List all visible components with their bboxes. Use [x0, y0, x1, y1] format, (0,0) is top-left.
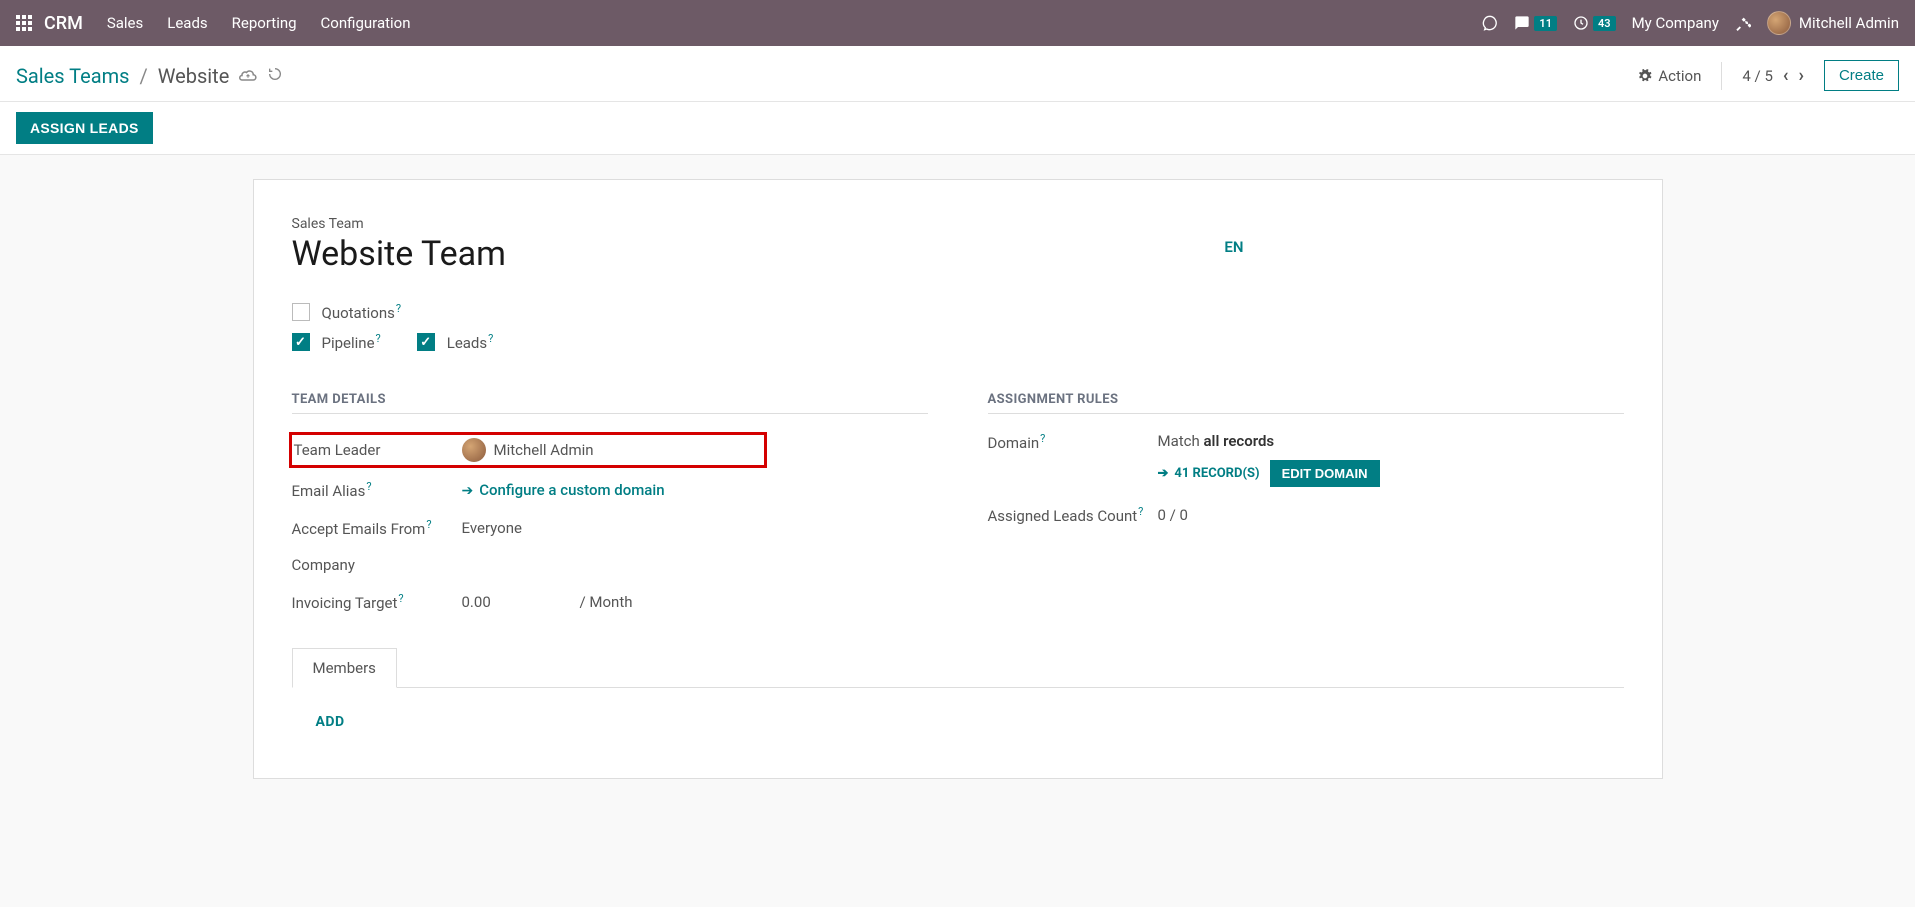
edit-domain-button[interactable]: EDIT DOMAIN [1270, 460, 1380, 487]
topbar: CRM Sales Leads Reporting Configuration … [0, 0, 1915, 46]
invoicing-target-label: Invoicing Target [292, 594, 398, 612]
help-icon[interactable]: ? [376, 332, 381, 345]
gear-icon [1638, 69, 1652, 83]
title-field-label: Sales Team [292, 216, 1624, 232]
breadcrumb-separator: / [139, 64, 147, 88]
configure-domain-link[interactable]: Configure a custom domain [462, 481, 665, 499]
domain-match-text: Match all records [1158, 432, 1380, 450]
help-icon[interactable]: ? [366, 480, 371, 493]
activities-badge: 43 [1593, 16, 1616, 31]
checkbox-pipeline-label: Pipeline [322, 334, 375, 352]
team-leader-field[interactable]: Mitchell Admin [462, 438, 594, 462]
accept-emails-label: Accept Emails From [292, 520, 426, 538]
help-icon[interactable]: ? [396, 302, 401, 315]
control-panel: Sales Teams / Website Action 4 / 5 ‹ › C… [0, 46, 1915, 102]
assign-leads-button[interactable]: ASSIGN LEADS [16, 112, 153, 144]
group-title: ASSIGNMENT RULES [988, 392, 1624, 414]
checkbox-quotations-label: Quotations [322, 304, 395, 322]
invoicing-target-field[interactable]: 0.00 / Month [462, 593, 633, 611]
avatar [462, 438, 486, 462]
checkbox-checked-icon [292, 333, 310, 351]
content-scroll[interactable]: Sales Team Website Team EN Quotations? P… [0, 155, 1915, 907]
team-details-group: TEAM DETAILS Team Leader Mitchell Admin … [292, 392, 928, 630]
cloud-unsaved-icon[interactable] [239, 66, 257, 85]
nav-leads[interactable]: Leads [167, 14, 207, 32]
help-icon[interactable]: ? [1040, 432, 1045, 445]
status-bar: ASSIGN LEADS [0, 102, 1915, 155]
breadcrumb-current: Website [158, 64, 230, 88]
activities-icon[interactable]: 43 [1573, 15, 1616, 31]
help-icon[interactable]: ? [398, 592, 403, 605]
nav-links: Sales Leads Reporting Configuration [107, 14, 411, 32]
assigned-leads-value: 0 / 0 [1158, 506, 1189, 524]
checkbox-pipeline[interactable]: Pipeline? [292, 332, 381, 352]
messages-badge: 11 [1534, 16, 1557, 31]
breadcrumb: Sales Teams / Website [16, 64, 283, 88]
domain-label: Domain [988, 434, 1040, 452]
avatar [1767, 11, 1791, 35]
accept-emails-field[interactable]: Everyone [462, 519, 522, 537]
checkbox-leads[interactable]: Leads? [417, 332, 494, 352]
assigned-leads-label: Assigned Leads Count [988, 507, 1138, 525]
pager-text[interactable]: 4 / 5 [1742, 67, 1773, 85]
nav-configuration[interactable]: Configuration [321, 14, 411, 32]
company-switcher[interactable]: My Company [1632, 14, 1719, 32]
nav-sales[interactable]: Sales [107, 14, 143, 32]
notebook-tabs: Members [292, 648, 1624, 688]
team-leader-label: Team Leader [292, 441, 462, 459]
app-brand[interactable]: CRM [44, 13, 83, 34]
nav-reporting[interactable]: Reporting [232, 14, 297, 32]
user-name: Mitchell Admin [1799, 14, 1899, 32]
company-label: Company [292, 556, 462, 574]
pager-next-icon[interactable]: › [1799, 65, 1804, 86]
tab-content-members: ADD [292, 688, 1624, 756]
translate-button[interactable]: EN [1224, 238, 1243, 256]
action-menu[interactable]: Action [1638, 67, 1701, 85]
assignment-rules-group: ASSIGNMENT RULES Domain? Match all recor… [988, 392, 1624, 630]
pager: 4 / 5 ‹ › [1742, 65, 1804, 86]
apps-icon[interactable] [16, 15, 32, 31]
control-panel-right: Action 4 / 5 ‹ › Create [1638, 60, 1899, 91]
form-sheet: Sales Team Website Team EN Quotations? P… [253, 179, 1663, 779]
team-leader-highlight: Team Leader Mitchell Admin [289, 432, 767, 468]
records-link[interactable]: 41 RECORD(S) [1158, 466, 1260, 481]
debug-icon[interactable] [1735, 15, 1751, 31]
add-button[interactable]: ADD [316, 714, 1600, 730]
breadcrumb-parent[interactable]: Sales Teams [16, 64, 129, 88]
arrow-right-icon [462, 481, 474, 499]
checkbox-icon [292, 303, 310, 321]
checkbox-checked-icon [417, 333, 435, 351]
topbar-right: 11 43 My Company Mitchell Admin [1482, 11, 1899, 35]
messages-icon[interactable]: 11 [1514, 15, 1557, 31]
help-icon[interactable]: ? [426, 518, 431, 531]
invoicing-unit: / Month [580, 593, 633, 611]
team-leader-value: Mitchell Admin [494, 441, 594, 459]
pager-prev-icon[interactable]: ‹ [1783, 65, 1789, 86]
user-menu[interactable]: Mitchell Admin [1767, 11, 1899, 35]
tab-members[interactable]: Members [292, 648, 397, 688]
support-icon[interactable] [1482, 15, 1498, 31]
checkbox-group: Quotations? Pipeline? Leads? [292, 302, 1624, 352]
email-alias-label: Email Alias [292, 482, 366, 500]
title-field-value[interactable]: Website Team [292, 234, 507, 274]
discard-icon[interactable] [267, 66, 283, 86]
action-label: Action [1658, 67, 1701, 85]
group-title: TEAM DETAILS [292, 392, 928, 414]
checkbox-quotations[interactable]: Quotations? [292, 302, 402, 322]
create-button[interactable]: Create [1824, 60, 1899, 91]
checkbox-leads-label: Leads [447, 334, 487, 352]
help-icon[interactable]: ? [488, 332, 493, 345]
help-icon[interactable]: ? [1138, 505, 1143, 518]
